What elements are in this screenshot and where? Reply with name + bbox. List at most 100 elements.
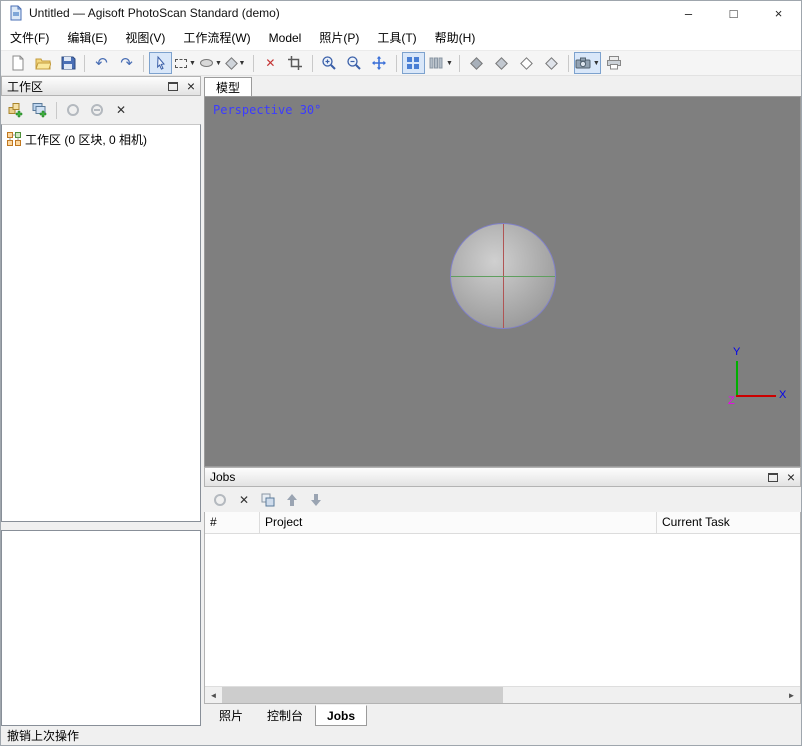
toolbar-separator bbox=[459, 55, 460, 72]
column-header-project[interactable]: Project bbox=[260, 512, 657, 533]
menu-model[interactable]: Model bbox=[260, 25, 311, 50]
add-photos-button[interactable] bbox=[28, 99, 52, 121]
dropdown-caret-icon: ▼ bbox=[446, 60, 453, 67]
solid-view-icon bbox=[495, 57, 508, 70]
arrow-up-icon bbox=[284, 492, 300, 508]
model-viewport[interactable]: Perspective 30° Y X Z bbox=[204, 96, 801, 467]
wireframe-view-button[interactable] bbox=[515, 52, 538, 74]
workspace-toolbar: ✕ bbox=[1, 96, 201, 124]
new-document-button[interactable] bbox=[6, 52, 29, 74]
menu-file[interactable]: 文件(F) bbox=[1, 25, 58, 50]
tab-model[interactable]: 模型 bbox=[204, 77, 252, 96]
detail-view-icon bbox=[428, 55, 444, 71]
view-tab-bar: 模型 bbox=[204, 76, 801, 96]
new-document-icon bbox=[10, 55, 26, 71]
print-button[interactable] bbox=[603, 52, 626, 74]
textured-view-button[interactable] bbox=[540, 52, 563, 74]
axis-label-z: Z bbox=[728, 395, 735, 407]
move-job-down-button[interactable] bbox=[304, 489, 328, 511]
column-header-current-task[interactable]: Current Task bbox=[657, 512, 800, 533]
delete-job-icon: ✕ bbox=[239, 494, 249, 506]
textured-view-icon bbox=[545, 57, 558, 70]
ellipse-selection-button[interactable]: ▼ bbox=[199, 52, 223, 74]
minimize-button[interactable]: – bbox=[666, 1, 711, 25]
close-panel-icon[interactable]: × bbox=[787, 472, 795, 482]
shaded-view-button[interactable] bbox=[465, 52, 488, 74]
menu-workflow[interactable]: 工作流程(W) bbox=[174, 25, 259, 50]
detail-view-button[interactable]: ▼ bbox=[427, 52, 454, 74]
undo-icon: ↶ bbox=[95, 56, 108, 71]
scroll-right-icon[interactable]: ► bbox=[783, 687, 800, 703]
axis-y-line bbox=[736, 361, 738, 397]
menu-tools[interactable]: 工具(T) bbox=[368, 25, 425, 50]
axis-label-y: Y bbox=[733, 346, 740, 358]
menu-edit[interactable]: 编辑(E) bbox=[58, 25, 116, 50]
workspace-tree: 工作区 (0 区块, 0 相机) bbox=[1, 124, 201, 522]
navigation-icon bbox=[226, 57, 239, 70]
crop-button[interactable] bbox=[284, 52, 307, 74]
menu-view[interactable]: 视图(V) bbox=[116, 25, 174, 50]
scroll-left-icon[interactable]: ◄ bbox=[205, 687, 222, 703]
solid-view-button[interactable] bbox=[490, 52, 513, 74]
disable-circle-icon bbox=[91, 104, 103, 116]
disable-item-button[interactable] bbox=[85, 99, 109, 121]
main-area: 工作区 × ✕ bbox=[1, 76, 801, 726]
navigation-tool-button[interactable]: ▼ bbox=[225, 52, 248, 74]
toolbar-separator bbox=[84, 55, 85, 72]
add-chunk-button[interactable] bbox=[4, 99, 28, 121]
duplicate-job-button[interactable] bbox=[256, 489, 280, 511]
menu-help[interactable]: 帮助(H) bbox=[426, 25, 485, 50]
jobs-table: # Project Current Task ◄ ► bbox=[204, 512, 801, 704]
float-panel-icon[interactable] bbox=[168, 82, 178, 91]
maximize-button[interactable]: □ bbox=[711, 1, 756, 25]
add-chunk-icon bbox=[8, 102, 24, 118]
zoom-out-button[interactable] bbox=[343, 52, 366, 74]
column-header-number[interactable]: # bbox=[205, 512, 260, 533]
float-panel-icon[interactable] bbox=[768, 473, 778, 482]
delete-icon: ✕ bbox=[265, 57, 275, 69]
menu-photos[interactable]: 照片(P) bbox=[310, 25, 368, 50]
grid-view-button[interactable] bbox=[402, 52, 425, 74]
close-button[interactable]: × bbox=[756, 1, 801, 25]
jobs-table-body bbox=[205, 534, 800, 686]
tab-jobs[interactable]: Jobs bbox=[315, 705, 367, 726]
workspace-panel-header: 工作区 × bbox=[1, 76, 201, 96]
close-panel-icon[interactable]: × bbox=[187, 81, 195, 91]
save-button[interactable] bbox=[56, 52, 79, 74]
delete-job-button[interactable]: ✕ bbox=[232, 489, 256, 511]
axis-label-x: X bbox=[779, 389, 786, 401]
pan-view-button[interactable] bbox=[368, 52, 391, 74]
scrollbar-thumb[interactable] bbox=[222, 687, 503, 703]
scrollbar-track[interactable] bbox=[222, 687, 783, 703]
crop-icon bbox=[287, 55, 303, 71]
toolbar-separator bbox=[56, 102, 57, 119]
undo-button[interactable]: ↶ bbox=[90, 52, 113, 74]
remove-item-button[interactable]: ✕ bbox=[109, 99, 133, 121]
jobs-table-header: # Project Current Task bbox=[205, 512, 800, 534]
delete-button[interactable]: ✕ bbox=[259, 52, 282, 74]
pan-arrows-icon bbox=[371, 55, 387, 71]
select-tool-button[interactable] bbox=[149, 52, 172, 74]
workspace-root-item[interactable]: 工作区 (0 区块, 0 相机) bbox=[4, 129, 198, 149]
show-cameras-button[interactable]: ▼ bbox=[574, 52, 601, 74]
ellipse-selection-icon bbox=[200, 59, 213, 67]
pause-job-button[interactable] bbox=[208, 489, 232, 511]
printer-icon bbox=[606, 55, 622, 71]
horizontal-scrollbar[interactable]: ◄ ► bbox=[205, 686, 800, 703]
status-text: 撤销上次操作 bbox=[7, 727, 79, 744]
workspace-node-icon bbox=[7, 132, 21, 146]
tab-console[interactable]: 控制台 bbox=[255, 705, 315, 726]
dropdown-caret-icon: ▼ bbox=[215, 60, 222, 67]
cursor-icon bbox=[153, 55, 169, 71]
zoom-in-button[interactable] bbox=[318, 52, 341, 74]
move-job-up-button[interactable] bbox=[280, 489, 304, 511]
rectangle-selection-button[interactable]: ▼ bbox=[174, 52, 197, 74]
toolbar-separator bbox=[568, 55, 569, 72]
enable-item-button[interactable] bbox=[61, 99, 85, 121]
redo-button[interactable]: ↷ bbox=[115, 52, 138, 74]
pause-circle-icon bbox=[214, 494, 226, 506]
toolbar-separator bbox=[396, 55, 397, 72]
open-button[interactable] bbox=[31, 52, 54, 74]
jobs-toolbar: ✕ bbox=[204, 487, 801, 512]
tab-photos[interactable]: 照片 bbox=[207, 705, 255, 726]
